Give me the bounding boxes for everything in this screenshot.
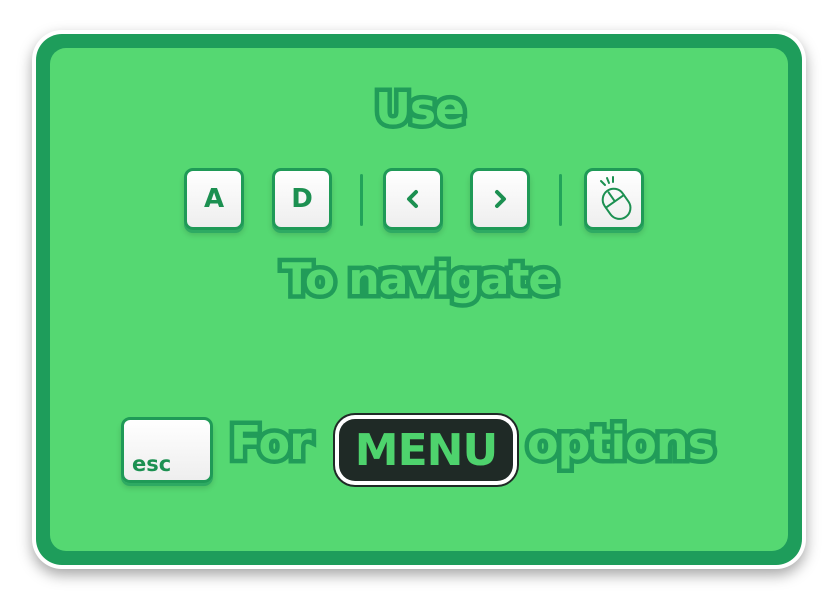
- key-left-arrow: [383, 168, 443, 230]
- mouse-key: [584, 168, 644, 230]
- menu-label-text: MENU: [354, 424, 498, 476]
- separator: [360, 174, 363, 226]
- key-a: A: [184, 168, 244, 230]
- key-esc-label: esc: [132, 452, 172, 476]
- key-esc: esc: [121, 417, 213, 483]
- chevron-right-icon: [495, 190, 506, 208]
- options-text: options: [522, 412, 719, 475]
- menu-label: MENU: [339, 419, 513, 481]
- key-d: D: [272, 168, 332, 230]
- key-right-arrow: [470, 168, 530, 230]
- heading-navigate: To navigate: [277, 250, 563, 310]
- heading-use: Use: [371, 80, 470, 140]
- chevron-left-icon: [407, 190, 418, 208]
- mouse-click-icon: [600, 176, 632, 220]
- for-text: For: [226, 412, 317, 475]
- separator: [559, 174, 562, 226]
- key-a-label: A: [203, 184, 225, 214]
- key-d-label: D: [291, 184, 313, 214]
